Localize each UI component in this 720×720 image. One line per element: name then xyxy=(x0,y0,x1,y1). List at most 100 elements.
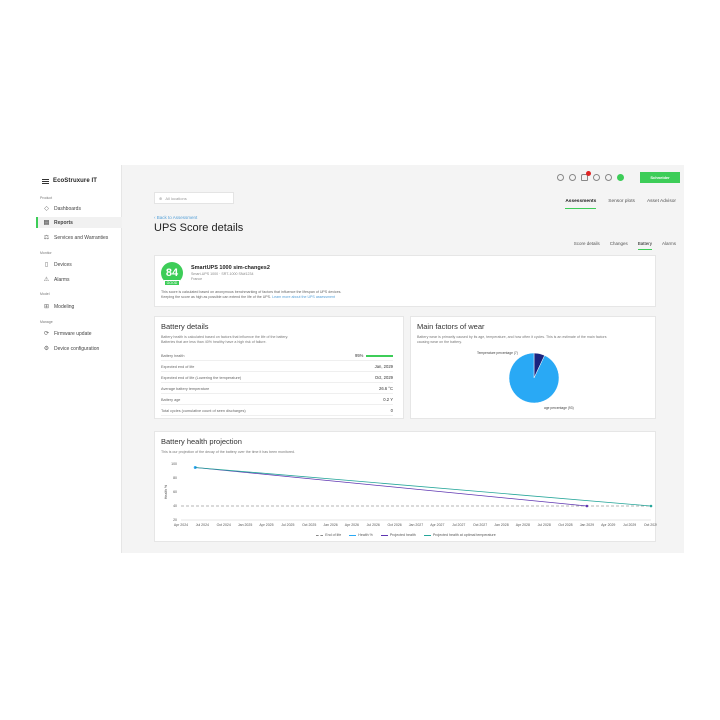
legend-swatch xyxy=(316,534,324,536)
x-tick-label: Oct 2029 xyxy=(644,523,657,527)
legend-label: Projected health at optimal temperature xyxy=(432,533,496,537)
legend-item-eol[interactable]: End of life xyxy=(316,533,341,537)
top-tabs: Assessments Sensor plots Asset Advisor xyxy=(565,199,676,209)
battery-desc-line2: Batteries that are less than 40% healthy… xyxy=(161,340,267,344)
legend-label: Health % xyxy=(358,533,373,537)
row-value: Jan, 2029 xyxy=(374,364,393,369)
health-bar xyxy=(366,354,393,357)
legend-swatch xyxy=(380,534,388,536)
legend-item-projected[interactable]: Projected health xyxy=(380,533,416,537)
row-label: Expected end of life (Lowering the tempe… xyxy=(161,375,242,380)
row-battery-age: Battery age 0.2 Y xyxy=(161,395,393,405)
y-tick-label: 20 xyxy=(173,518,177,522)
x-tick-label: Apr 2028 xyxy=(516,523,530,527)
sidebar-item-label: Modeling xyxy=(54,303,75,310)
row-battery-health: Battery health 95% xyxy=(161,351,393,361)
score-desc-line2: Keeping the score as high as possible ca… xyxy=(161,295,272,299)
projection-card: Battery health projection This is our pr… xyxy=(154,431,657,542)
schneider-brand-button[interactable]: Schneider xyxy=(640,172,680,183)
refresh-icon[interactable] xyxy=(557,174,564,181)
legend-label: End of life xyxy=(325,533,342,537)
sidebar-item-modeling[interactable]: ⊞ Modeling xyxy=(36,301,122,312)
x-tick-label: Oct 2026 xyxy=(388,523,402,527)
sidebar-item-label: Alarms xyxy=(54,276,70,283)
legend-item-projected-optimal[interactable]: Projected health at optimal temperature xyxy=(423,533,496,537)
row-label: Expected end of life xyxy=(161,364,195,369)
sidebar-item-label: Services and Warranties xyxy=(54,234,109,241)
x-tick-label: Jan 2027 xyxy=(409,523,423,527)
row-value: 0.2 Y xyxy=(383,397,393,402)
x-tick-label: Apr 2029 xyxy=(601,523,615,527)
row-value: Oct, 2029 xyxy=(374,375,393,380)
x-tick-label: Jul 2026 xyxy=(367,523,380,527)
x-tick-label: Oct 2025 xyxy=(302,523,316,527)
score-description: This score is calculated based on anonym… xyxy=(161,290,341,300)
config-icon: ⚙ xyxy=(43,346,50,352)
location-icon: ⊕ xyxy=(159,195,163,201)
user-icon[interactable] xyxy=(605,174,612,181)
row-avg-temperature: Average battery temperature 26.6 °C xyxy=(161,384,393,394)
sidebar-item-services[interactable]: ⚖ Services and Warranties xyxy=(36,232,122,243)
projection-chart: 100 80 60 40 20 Health % Apr 2024 Jul 2024 Oct 2… xyxy=(164,462,657,527)
device-model: Smart-UPS 1000 · SRT-1000 SN#1234 xyxy=(191,272,254,276)
y-axis-label: Health % xyxy=(164,485,168,499)
sidebar-item-label: Firmware update xyxy=(54,330,92,337)
sidebar-item-label: Device configuration xyxy=(54,345,100,352)
row-value: 95% xyxy=(355,353,364,358)
share-icon[interactable] xyxy=(593,174,600,181)
top-icons xyxy=(557,171,624,181)
row-total-cycles: Total cycles (cumulative count of seen d… xyxy=(161,406,393,416)
tab-assessments[interactable]: Assessments xyxy=(565,199,597,209)
tab-changes[interactable]: Changes xyxy=(610,241,628,250)
sidebar: EcoStruxure IT Product ◇ Dashboards ▤ Re… xyxy=(36,165,122,553)
tab-asset-advisor[interactable]: Asset Advisor xyxy=(647,199,676,209)
x-tick-label: Jul 2025 xyxy=(281,523,294,527)
sidebar-section-monitor: Monitor xyxy=(40,251,52,255)
sidebar-item-alarms[interactable]: ⚠ Alarms xyxy=(36,274,122,285)
legend-item-health[interactable]: Health % xyxy=(349,533,373,537)
tab-sensor-plots[interactable]: Sensor plots xyxy=(608,199,635,209)
status-icon xyxy=(617,174,624,181)
tab-score-details[interactable]: Score details xyxy=(574,241,600,250)
chart-legend: End of life Health % Projected health Pr… xyxy=(155,533,657,537)
x-tick-label: Jul 2024 xyxy=(196,523,209,527)
row-label: Battery health xyxy=(161,353,185,358)
x-tick-label: Oct 2028 xyxy=(558,523,572,527)
sidebar-section-product: Product xyxy=(40,196,53,200)
legend-swatch xyxy=(423,534,431,536)
alarm-icon: ⚠ xyxy=(43,277,50,283)
sidebar-item-firmware[interactable]: ⟳ Firmware update xyxy=(36,328,122,339)
sidebar-item-devices[interactable]: ▯ Devices xyxy=(36,259,122,270)
score-desc-line2-wrap: Keeping the score as high as possible ca… xyxy=(161,295,341,300)
pie-label-age: age percentage (93) xyxy=(544,406,574,410)
tab-battery[interactable]: Battery xyxy=(637,241,652,250)
location-selector[interactable]: ⊕ All locations xyxy=(154,192,234,204)
bell-icon[interactable] xyxy=(581,171,591,181)
help-icon[interactable] xyxy=(569,174,576,181)
y-tick-label: 100 xyxy=(171,462,177,466)
row-label: Total cycles (cumulative count of seen d… xyxy=(161,408,246,413)
learn-more-link[interactable]: Learn more about the UPS assessment xyxy=(272,295,335,299)
dashboard-icon: ◇ xyxy=(44,206,49,212)
battery-details-card: Battery details Battery health is calcul… xyxy=(154,316,404,419)
score-card: 84 GOOD SmartUPS 1000 sim-changes2 Smart… xyxy=(154,255,656,307)
sidebar-item-label: Reports xyxy=(54,219,73,226)
x-tick-label: Jul 2027 xyxy=(452,523,465,527)
modeling-icon: ⊞ xyxy=(43,304,50,310)
sidebar-item-device-config[interactable]: ⚙ Device configuration xyxy=(36,343,122,354)
y-tick-label: 80 xyxy=(173,476,177,480)
sidebar-item-reports[interactable]: ▤ Reports xyxy=(36,217,122,228)
battery-details-title: Battery details xyxy=(161,322,209,331)
back-to-assessment-link[interactable]: ‹ Back to Assessment xyxy=(154,215,197,220)
x-tick-label: Jan 2028 xyxy=(494,523,508,527)
series-end-point-2 xyxy=(585,504,589,508)
sidebar-item-dashboards[interactable]: ◇ Dashboards xyxy=(36,203,122,214)
y-tick-label: 40 xyxy=(173,504,177,508)
row-value: 0 xyxy=(390,408,393,413)
tab-alarms[interactable]: Alarms xyxy=(662,241,676,250)
legend-swatch xyxy=(349,534,357,536)
series-end-point-3 xyxy=(649,504,653,508)
row-value: 26.6 °C xyxy=(378,386,393,391)
firmware-icon: ⟳ xyxy=(43,331,50,337)
pie-label-temperature: Temperature percentage (7) xyxy=(477,351,518,355)
